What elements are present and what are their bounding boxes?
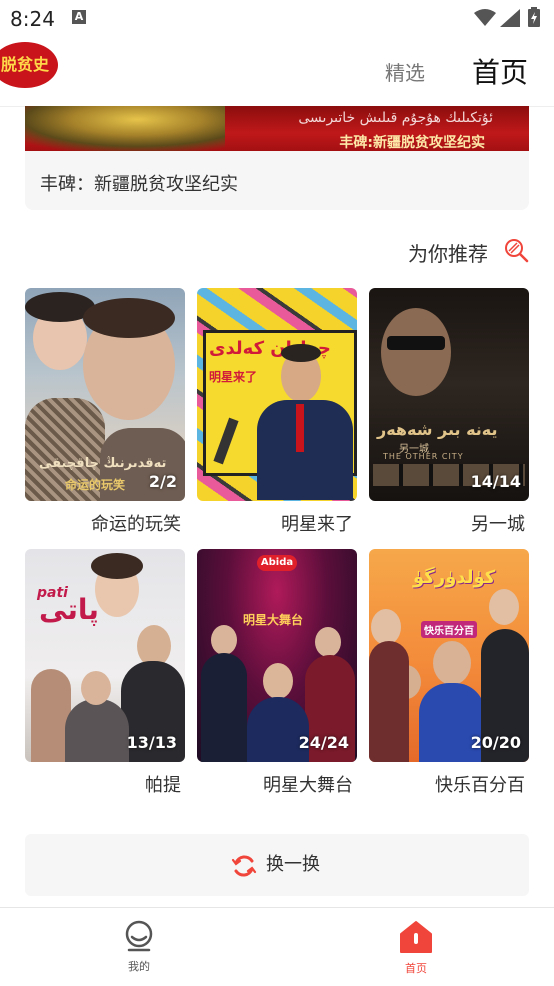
episode-count: 24/24 <box>298 733 349 752</box>
poster-chinese-text: 快乐百分百 <box>421 621 477 638</box>
poster-figure <box>387 336 445 350</box>
episode-count: 13/13 <box>126 733 177 752</box>
poster-chinese-text: 明星来了 <box>209 370 258 384</box>
mine-icon <box>125 920 153 952</box>
video-thumbnail[interactable]: Abida 明星大舞台 24/24 <box>197 549 357 762</box>
status-time: 8:24 <box>10 7 55 31</box>
recommend-heading: 为你推荐 <box>408 242 488 266</box>
video-title[interactable]: 明星大舞台 <box>263 771 353 797</box>
poster-figure <box>65 699 129 762</box>
poster-figure <box>91 553 143 579</box>
poster-figure <box>201 653 247 762</box>
poster-uyghur-text: كۈلدۈرگۈ <box>413 567 496 588</box>
wifi-icon <box>474 9 496 26</box>
poster-chinese-text: 命运的玩笑 <box>65 478 126 492</box>
banner-decoration <box>25 106 225 151</box>
tab-featured[interactable]: 精选 <box>385 57 425 86</box>
poster-figure <box>371 609 401 645</box>
nav-label-mine: 我的 <box>128 960 150 973</box>
video-card[interactable]: يەنە بىر شەھەر 另一城 THE OTHER CITY 14/14 … <box>369 288 529 535</box>
app-header: 脱贫史 精选 首页 <box>0 36 554 107</box>
home-icon <box>400 921 432 953</box>
poster-figure <box>296 404 304 452</box>
poster-figure <box>81 671 111 705</box>
banner-card[interactable]: ئۇتكىلىك ھۇجۇم قىلىش خاتىرىسى 丰碑:新疆脱贫攻坚纪… <box>25 106 529 210</box>
video-card[interactable]: تەقدىرنىڭ چاقچىقى 命运的玩笑 2/2 命运的玩笑 <box>25 288 185 535</box>
poster-brand: Abida <box>257 555 297 571</box>
poster-uyghur-text: تەقدىرنىڭ چاقچىقى <box>39 456 167 471</box>
video-title[interactable]: 帕提 <box>145 771 181 797</box>
signal-icon <box>500 9 520 27</box>
video-title[interactable]: 快乐百分百 <box>435 771 525 797</box>
episode-count: 14/14 <box>470 472 521 491</box>
video-thumbnail[interactable]: pati پاتى 13/13 <box>25 549 185 762</box>
video-thumbnail[interactable]: چولپان كەلدى 明星来了 <box>197 288 357 501</box>
video-title[interactable]: 另一城 <box>471 510 525 536</box>
poster-figure <box>257 400 353 500</box>
poster-uyghur-text: يەنە بىر شەھەر <box>377 420 498 439</box>
poster-figure <box>433 641 471 685</box>
poster-figure <box>211 625 237 655</box>
poster-figure <box>247 697 309 762</box>
nav-label-home: 首页 <box>405 962 427 975</box>
battery-icon <box>528 7 540 27</box>
refresh-label: 换一换 <box>266 854 320 875</box>
tab-home[interactable]: 首页 <box>472 51 528 91</box>
video-title[interactable]: 明星来了 <box>281 510 353 536</box>
poster-figure <box>281 344 321 362</box>
poster-figure <box>369 641 409 762</box>
poster-uyghur-text: پاتى <box>39 593 99 626</box>
recommend-icon <box>505 239 529 263</box>
episode-count: 2/2 <box>148 472 177 491</box>
banner-chinese-text: 丰碑:新疆脱贫攻坚纪实 <box>339 135 485 151</box>
bottom-nav: 我的 首页 <box>0 907 554 986</box>
nav-item-mine[interactable]: 我的 <box>118 920 160 974</box>
poster-figure <box>489 589 519 625</box>
video-thumbnail[interactable]: يەنە بىر شەھەر 另一城 THE OTHER CITY 14/14 <box>369 288 529 501</box>
video-card[interactable]: كۈلدۈرگۈ 快乐百分百 20/20 快乐百分百 <box>369 549 529 796</box>
video-card[interactable]: چولپان كەلدى 明星来了 明星来了 <box>197 288 357 535</box>
app-logo[interactable]: 脱贫史 <box>0 42 58 88</box>
poster-figure <box>315 627 341 657</box>
poster-figure <box>263 663 293 699</box>
poster-english-text: THE OTHER CITY <box>383 452 464 461</box>
a-notification-icon: A <box>72 10 86 24</box>
video-thumbnail[interactable]: كۈلدۈرگۈ 快乐百分百 20/20 <box>369 549 529 762</box>
banner-image[interactable]: ئۇتكىلىك ھۇجۇم قىلىش خاتىرىسى 丰碑:新疆脱贫攻坚纪… <box>25 106 529 151</box>
banner-uyghur-text: ئۇتكىلىك ھۇجۇم قىلىش خاتىرىسى <box>298 110 493 126</box>
poster-figure <box>83 298 175 338</box>
refresh-button[interactable]: 换一换 <box>25 834 529 896</box>
episode-count: 20/20 <box>470 733 521 752</box>
video-card[interactable]: Abida 明星大舞台 24/24 明星大舞台 <box>197 549 357 796</box>
video-card[interactable]: pati پاتى 13/13 帕提 <box>25 549 185 796</box>
banner-title[interactable]: 丰碑：新疆脱贫攻坚纪实 <box>40 170 238 196</box>
poster-chinese-text: 明星大舞台 <box>243 613 304 627</box>
poster-figure <box>381 308 451 396</box>
status-bar: 8:24 A <box>0 0 554 36</box>
video-title[interactable]: 命运的玩笑 <box>91 510 181 536</box>
video-thumbnail[interactable]: تەقدىرنىڭ چاقچىقى 命运的玩笑 2/2 <box>25 288 185 501</box>
refresh-icon <box>231 855 257 877</box>
nav-item-home[interactable]: 首页 <box>396 920 436 976</box>
